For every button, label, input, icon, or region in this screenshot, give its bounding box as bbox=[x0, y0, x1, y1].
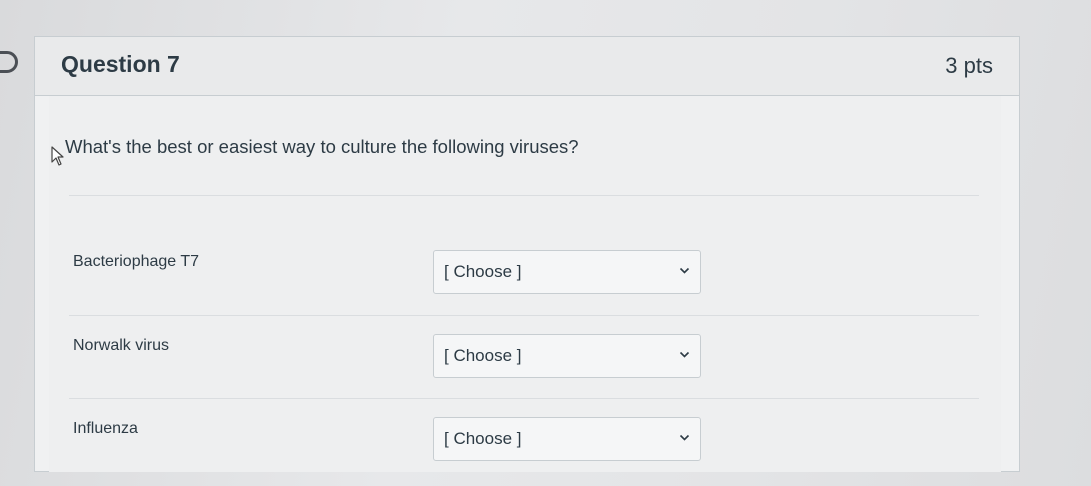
answer-label-norwalk-virus: Norwalk virus bbox=[73, 337, 170, 354]
question-title: Question 7 bbox=[61, 51, 180, 77]
chevron-down-icon bbox=[679, 267, 690, 274]
divider bbox=[69, 195, 979, 196]
question-card: Question 7 3 pts What's the best or easi… bbox=[34, 36, 1020, 472]
answer-label-bacteriophage-t7: Bacteriophage T7 bbox=[73, 253, 200, 270]
question-header: Question 7 3 pts bbox=[35, 37, 1019, 96]
question-body: What's the best or easiest way to cultur… bbox=[49, 96, 1001, 472]
divider bbox=[69, 315, 979, 316]
answer-select-influenza[interactable]: [ Choose ] bbox=[433, 417, 701, 461]
answer-label-influenza: Influenza bbox=[73, 420, 138, 437]
question-flag-tab[interactable] bbox=[0, 51, 18, 73]
select-value: [ Choose ] bbox=[444, 262, 522, 281]
answer-select-norwalk-virus[interactable]: [ Choose ] bbox=[433, 334, 701, 378]
select-value: [ Choose ] bbox=[444, 346, 522, 365]
select-value: [ Choose ] bbox=[444, 429, 522, 448]
question-prompt: What's the best or easiest way to cultur… bbox=[65, 136, 579, 157]
chevron-down-icon bbox=[679, 351, 690, 358]
mouse-pointer-icon bbox=[51, 146, 64, 166]
answer-select-bacteriophage-t7[interactable]: [ Choose ] bbox=[433, 250, 701, 294]
divider bbox=[69, 398, 979, 399]
question-points: 3 pts bbox=[945, 53, 993, 78]
chevron-down-icon bbox=[679, 434, 690, 441]
